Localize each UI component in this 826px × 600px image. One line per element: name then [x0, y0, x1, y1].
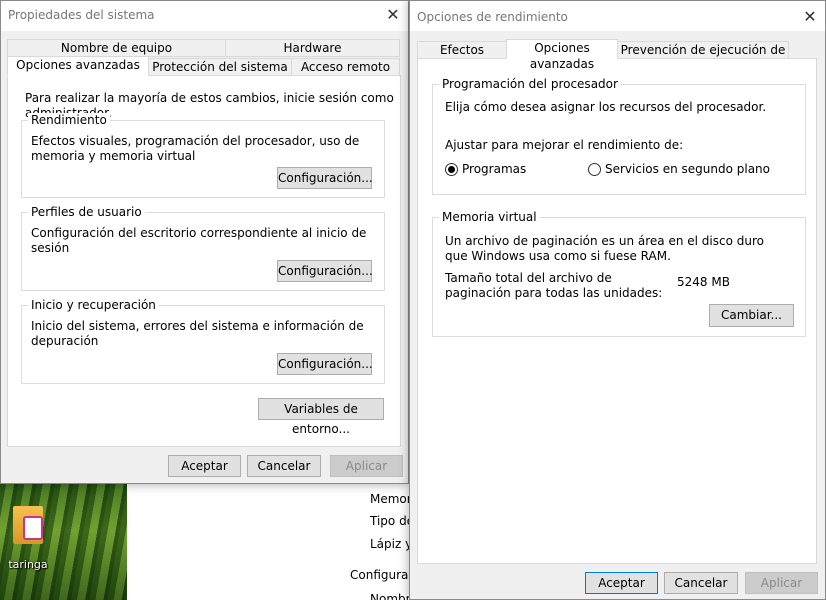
virtual-memory-description: Un archivo de paginación es un área en e…: [445, 234, 764, 263]
startup-recovery-group-title: Inicio y recuperación: [28, 298, 159, 312]
system-properties-window: Propiedades del sistema ✕ Nombre de equi…: [0, 0, 409, 484]
ok-button[interactable]: Aceptar: [585, 572, 658, 594]
tab-opciones-avanzadas[interactable]: Opciones avanzadas: [7, 56, 149, 76]
performance-group-title: Rendimiento: [28, 113, 110, 127]
cancel-button[interactable]: Cancelar: [247, 455, 321, 477]
performance-settings-button[interactable]: Configuración...: [277, 167, 373, 189]
paging-file-total-label: Tamaño total del archivo de paginación p…: [445, 271, 663, 300]
system-properties-titlebar[interactable]: Propiedades del sistema ✕: [1, 1, 408, 31]
tab-efectos-visuales[interactable]: Efectos visuales: [417, 41, 507, 73]
tab-acceso-remoto[interactable]: Acceso remoto: [291, 58, 400, 76]
virtual-memory-group: Memoria virtual Un archivo de paginación…: [432, 210, 806, 337]
performance-options-window: Opciones de rendimiento ✕ Efectos visual…: [409, 0, 826, 600]
apply-button[interactable]: Aplicar: [745, 572, 818, 594]
startup-recovery-settings-button[interactable]: Configuración...: [277, 353, 373, 375]
close-icon[interactable]: ✕: [795, 3, 825, 33]
adjust-for-label: Ajustar para mejorar el rendimiento de:: [445, 138, 684, 152]
tab-nombre-equipo[interactable]: Nombre de equipo: [7, 39, 226, 57]
ok-button[interactable]: Aceptar: [168, 455, 241, 477]
tab-proteccion-sistema[interactable]: Protección del sistema: [148, 58, 292, 76]
programs-radio[interactable]: [445, 163, 458, 176]
advanced-tab-panel: Para realizar la mayoría de estos cambio…: [7, 75, 401, 447]
startup-recovery-description: Inicio del sistema, errores del sistema …: [31, 319, 364, 348]
underlying-text-3: Lápiz y: [370, 537, 413, 551]
underlying-text-1: Memor: [370, 492, 412, 506]
virtual-memory-title: Memoria virtual: [439, 210, 540, 224]
user-profiles-group: Perfiles de usuario Configuración del es…: [21, 205, 385, 291]
processor-description: Elija cómo desea asignar los recursos de…: [445, 100, 767, 114]
change-virtual-memory-button[interactable]: Cambiar...: [709, 304, 794, 327]
processor-scheduling-group: Programación del procesador Elija cómo d…: [432, 77, 806, 195]
user-profiles-group-title: Perfiles de usuario: [28, 205, 145, 219]
window-title: Propiedades del sistema: [8, 8, 155, 22]
user-profiles-settings-button[interactable]: Configuración...: [277, 260, 373, 282]
performance-options-titlebar[interactable]: Opciones de rendimiento ✕: [410, 1, 825, 31]
cancel-button[interactable]: Cancelar: [664, 572, 738, 594]
shortcut-icon: [13, 506, 43, 544]
performance-description: Efectos visuales, programación del proce…: [31, 134, 360, 163]
underlying-text-4: Configurac: [350, 568, 415, 582]
processor-scheduling-title: Programación del procesador: [439, 77, 621, 91]
desktop-shortcut-taringa[interactable]: taringa: [8, 506, 48, 571]
underlying-text-2: Tipo de: [370, 514, 415, 528]
user-profiles-description: Configuración del escritorio correspondi…: [31, 226, 367, 255]
environment-variables-button[interactable]: Variables de entorno...: [258, 398, 384, 436]
advanced-options-panel: Programación del procesador Elija cómo d…: [417, 58, 817, 564]
programs-label[interactable]: Programas: [462, 162, 526, 177]
performance-group: Rendimiento Efectos visuales, programaci…: [21, 113, 385, 198]
paging-file-total-value: 5248 MB: [677, 275, 730, 289]
window-title: Opciones de rendimiento: [417, 10, 568, 24]
system-properties-client: Nombre de equipo Hardware Opciones avanz…: [1, 31, 408, 483]
startup-recovery-group: Inicio y recuperación Inicio del sistema…: [21, 298, 385, 384]
tab-opciones-avanzadas[interactable]: Opciones avanzadas: [506, 39, 618, 71]
performance-options-client: Efectos visuales Opciones avanzadas Prev…: [410, 31, 825, 599]
apply-button[interactable]: Aplicar: [330, 455, 403, 477]
background-services-label[interactable]: Servicios en segundo plano: [605, 162, 770, 177]
underlying-text-5: Nombr: [370, 592, 411, 600]
desktop-icon-label: taringa: [8, 558, 48, 571]
tab-hardware[interactable]: Hardware: [225, 39, 400, 57]
tab-prevencion-ejecucion-datos[interactable]: Prevención de ejecución de datos: [617, 41, 789, 73]
close-icon[interactable]: ✕: [378, 1, 408, 31]
background-services-radio[interactable]: [588, 163, 601, 176]
